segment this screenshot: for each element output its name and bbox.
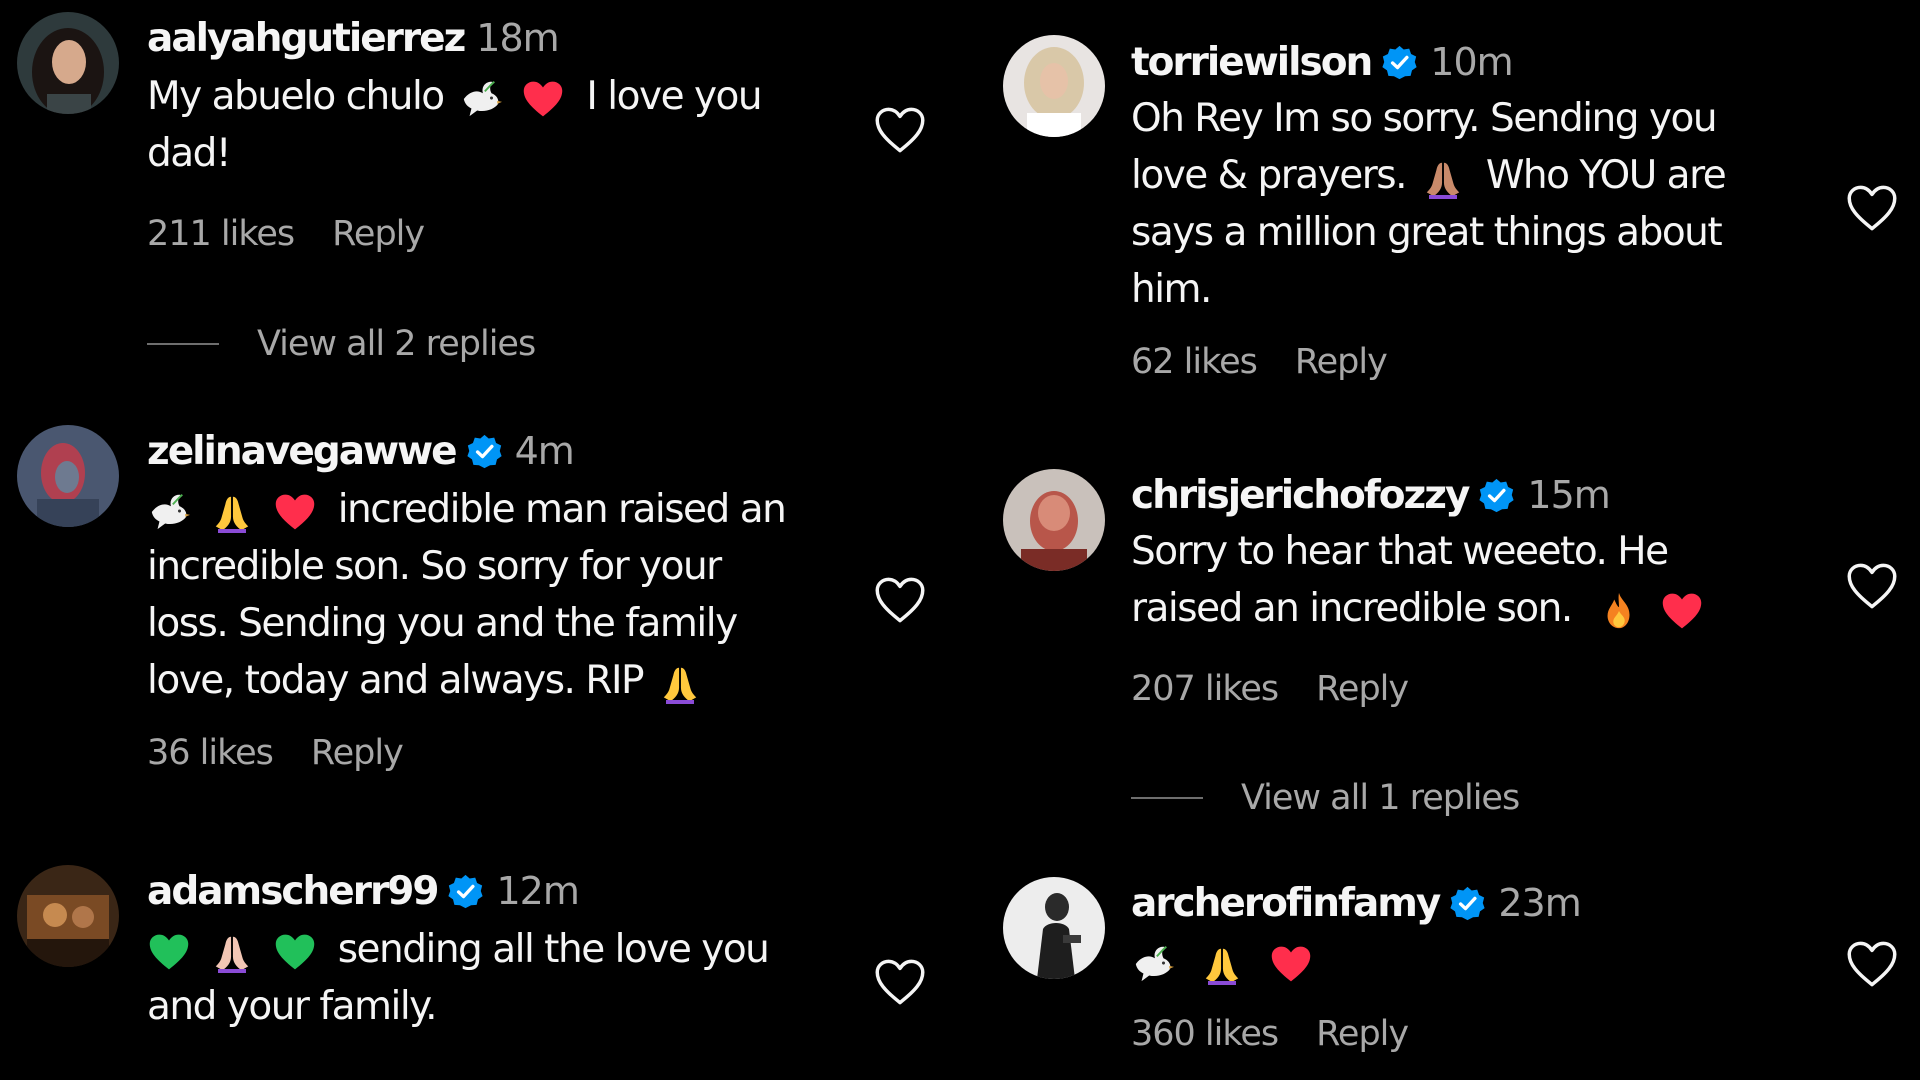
fire-icon	[1597, 590, 1641, 632]
reply-button[interactable]: Reply	[332, 214, 425, 254]
reply-button[interactable]: Reply	[311, 733, 404, 773]
comment-line: My abuelo chulo	[147, 74, 445, 119]
username[interactable]: torriewilson	[1131, 40, 1373, 85]
view-replies-label: View all 1 replies	[1241, 778, 1520, 818]
comment-line: him.	[1131, 267, 1212, 312]
red-heart-icon	[273, 491, 317, 533]
comment-line: Oh Rey Im so sorry. Sending you	[1131, 96, 1718, 141]
comment-line: love, today and always. RIP	[147, 658, 644, 703]
praying-hands-icon	[1421, 157, 1465, 199]
dove-icon	[1131, 943, 1175, 985]
verified-icon	[466, 433, 503, 470]
likes-count[interactable]: 36 likes	[147, 733, 274, 773]
green-heart-icon	[273, 931, 317, 973]
divider-line	[147, 343, 219, 345]
comment-line: sending all the love you	[337, 927, 770, 972]
comment-line: dad!	[147, 131, 232, 176]
likes-count[interactable]: 211 likes	[147, 214, 295, 254]
timestamp: 12m	[496, 869, 579, 913]
likes-count[interactable]: 207 likes	[1131, 669, 1279, 709]
verified-icon	[447, 873, 484, 910]
heart-outline-icon[interactable]	[1846, 184, 1898, 232]
view-replies-button[interactable]: View all 2 replies	[147, 324, 536, 364]
timestamp: 4m	[514, 429, 575, 473]
timestamp: 10m	[1430, 40, 1513, 84]
likes-count[interactable]: 62 likes	[1131, 342, 1258, 382]
comment-line: Sorry to hear that weeeto. He	[1131, 529, 1669, 574]
praying-hands-icon	[658, 662, 702, 704]
avatar-archerofinfamy[interactable]	[1003, 877, 1105, 979]
heart-outline-icon[interactable]	[874, 106, 926, 154]
username[interactable]: archerofinfamy	[1131, 881, 1441, 926]
heart-outline-icon[interactable]	[874, 576, 926, 624]
username[interactable]: adamscherr99	[147, 869, 439, 914]
dove-icon	[147, 491, 191, 533]
comment-text: incredible man raised an incredible son.…	[147, 481, 787, 709]
comment-text: Oh Rey Im so sorry. Sending you love & p…	[1131, 90, 1727, 318]
red-heart-icon	[1269, 943, 1313, 985]
comment-line: raised an incredible son.	[1131, 586, 1573, 631]
comment-line: Who YOU are	[1485, 153, 1727, 198]
timestamp: 18m	[476, 16, 559, 60]
view-replies-button[interactable]: View all 1 replies	[1131, 778, 1520, 818]
comment-line: I love you	[586, 74, 762, 119]
username[interactable]: aalyahgutierrez	[147, 16, 466, 61]
avatar-torriewilson[interactable]	[1003, 35, 1105, 137]
verified-icon	[1381, 44, 1418, 81]
likes-count[interactable]: 360 likes	[1131, 1014, 1279, 1054]
timestamp: 23m	[1498, 881, 1581, 925]
username[interactable]: zelinavegawwe	[147, 429, 458, 474]
comment-text: sending all the love you and your family…	[147, 921, 770, 1035]
comment-line: love & prayers.	[1131, 153, 1408, 198]
avatar-chrisjerichofozzy[interactable]	[1003, 469, 1105, 571]
comment-text	[1131, 933, 1581, 990]
reply-button[interactable]: Reply	[1316, 1014, 1409, 1054]
praying-hands-icon	[210, 931, 254, 973]
timestamp: 15m	[1527, 473, 1610, 517]
comment-line: says a million great things about	[1131, 210, 1723, 255]
comment-line: and your family.	[147, 984, 438, 1029]
red-heart-icon	[521, 78, 565, 120]
comment-line: incredible man raised an	[337, 487, 787, 532]
comment-line: incredible son. So sorry for your	[147, 544, 722, 589]
view-replies-label: View all 2 replies	[257, 324, 536, 364]
dove-icon	[459, 78, 503, 120]
heart-outline-icon[interactable]	[874, 958, 926, 1006]
avatar-zelinavegawwe[interactable]	[17, 425, 119, 527]
username[interactable]: chrisjerichofozzy	[1131, 473, 1470, 518]
comment-text: My abuelo chulo I love you dad!	[147, 68, 763, 182]
green-heart-icon	[147, 931, 191, 973]
red-heart-icon	[1660, 590, 1704, 632]
comment-text: Sorry to hear that weeeto. He raised an …	[1131, 523, 1708, 637]
avatar-adamscherr99[interactable]	[17, 865, 119, 967]
praying-hands-icon	[210, 491, 254, 533]
heart-outline-icon[interactable]	[1846, 940, 1898, 988]
verified-icon	[1478, 477, 1515, 514]
verified-icon	[1449, 885, 1486, 922]
reply-button[interactable]: Reply	[1295, 342, 1388, 382]
reply-button[interactable]: Reply	[1316, 669, 1409, 709]
comment-line: loss. Sending you and the family	[147, 601, 738, 646]
heart-outline-icon[interactable]	[1846, 562, 1898, 610]
divider-line	[1131, 797, 1203, 799]
praying-hands-icon	[1200, 943, 1244, 985]
avatar-aalyahgutierrez[interactable]	[17, 12, 119, 114]
